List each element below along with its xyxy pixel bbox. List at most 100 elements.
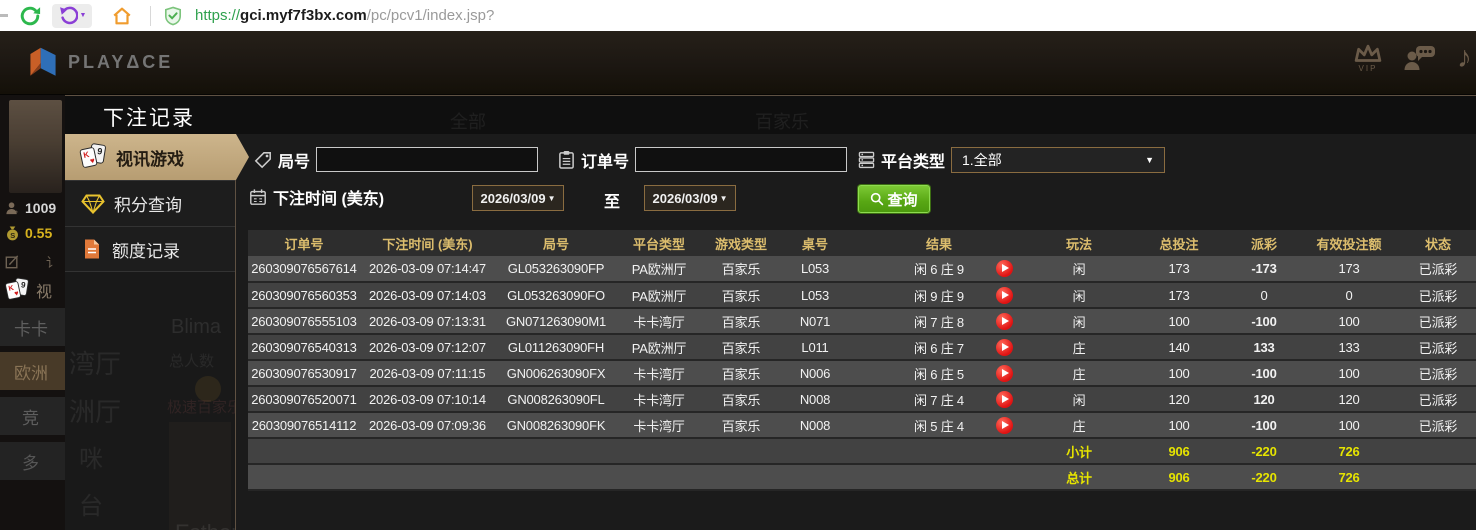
cell-bet: 100 bbox=[1129, 360, 1229, 387]
cell-status: 已派彩 bbox=[1399, 360, 1476, 387]
col-game: 游戏类型 bbox=[701, 230, 781, 256]
cell-status: 已派彩 bbox=[1399, 308, 1476, 335]
cell-payout: 133 bbox=[1229, 334, 1299, 361]
total-label: 总计 bbox=[1029, 464, 1129, 491]
replay-video-button[interactable] bbox=[996, 287, 1013, 304]
cell-payout: -100 bbox=[1229, 308, 1299, 335]
lobby-tab-jing[interactable]: 竞 bbox=[0, 397, 65, 435]
replay-video-button[interactable] bbox=[996, 260, 1013, 277]
user-avatar[interactable] bbox=[9, 100, 62, 193]
moneybag-icon: S bbox=[7, 226, 18, 241]
replay-video-button[interactable] bbox=[996, 391, 1013, 408]
replay-video-button[interactable] bbox=[996, 313, 1013, 330]
cell-status: 已派彩 bbox=[1399, 282, 1476, 309]
cell-play: 闲 bbox=[1029, 282, 1129, 309]
cell-play: 庄 bbox=[1029, 360, 1129, 387]
sidebar-item-label: 额度记录 bbox=[112, 241, 180, 261]
ghost-tai: 台 bbox=[79, 493, 103, 520]
cell-result: 闲 6 庄 5 bbox=[849, 360, 1029, 387]
replay-video-button[interactable] bbox=[996, 339, 1013, 356]
empty-cell bbox=[248, 464, 1029, 491]
date-from-value: 2026/03/09 bbox=[480, 190, 546, 206]
cell-status: 已派彩 bbox=[1399, 334, 1476, 361]
sidebar-item-quota-records[interactable]: 额度记录 bbox=[65, 226, 235, 272]
url-scheme: https:// bbox=[195, 7, 241, 24]
sidebar-item-video-games[interactable]: 9K 视讯游戏 bbox=[65, 134, 249, 180]
platform-list-icon bbox=[858, 151, 875, 169]
date-from-picker[interactable]: 2026/03/09 ▼ bbox=[472, 185, 564, 211]
lobby-tab-kaka[interactable]: 卡卡 bbox=[0, 308, 65, 346]
sidebar-item-label: 视讯游戏 bbox=[116, 149, 184, 169]
order-number-input[interactable] bbox=[635, 147, 848, 172]
cell-round: GL053263090FP bbox=[495, 256, 617, 283]
subtotal-row: 小计 906 -220 726 bbox=[248, 438, 1476, 465]
member-icon: * bbox=[6, 201, 18, 216]
cell-time: 2026-03-09 07:12:07 bbox=[360, 334, 495, 361]
page: ▼ https://gci.myf7f3bx.com/pc/pcv1/index… bbox=[0, 0, 1476, 530]
cell-platform: 卡卡湾厅 bbox=[617, 360, 701, 387]
cell-round: GN008263090FL bbox=[495, 386, 617, 413]
secure-shield-icon[interactable] bbox=[163, 5, 183, 27]
cell-game: 百家乐 bbox=[701, 256, 781, 283]
refresh-icon[interactable] bbox=[18, 4, 42, 28]
music-button[interactable]: ♪ bbox=[1457, 43, 1472, 73]
cell-bet: 140 bbox=[1129, 334, 1229, 361]
vip-button[interactable]: VIP bbox=[1353, 43, 1383, 73]
diamond-icon bbox=[81, 194, 105, 214]
svg-text:*: * bbox=[15, 210, 18, 216]
query-button[interactable]: 查询 bbox=[858, 185, 930, 213]
cell-result: 闲 6 庄 9 bbox=[849, 256, 1029, 283]
ghost-dealer-name: Blima bbox=[171, 316, 222, 338]
window-edge-icon bbox=[0, 14, 8, 17]
address-bar[interactable]: https://gci.myf7f3bx.com/pc/pcv1/index.j… bbox=[195, 7, 494, 24]
result-text: 闲 6 庄 5 bbox=[914, 366, 964, 382]
cell-bet: 100 bbox=[1129, 308, 1229, 335]
table-row: 260309076567614 2026-03-09 07:14:47 GL0532… bbox=[248, 256, 1476, 283]
cell-order: 260309076560353 bbox=[248, 282, 360, 309]
lobby-tab-duo[interactable]: 多 bbox=[0, 442, 65, 480]
cell-platform: 卡卡湾厅 bbox=[617, 412, 701, 439]
cell-order: 260309076555103 bbox=[248, 308, 360, 335]
cell-game: 百家乐 bbox=[701, 412, 781, 439]
table-row: 260309076520071 2026-03-09 07:10:14 GN0082… bbox=[248, 386, 1476, 413]
edit-icon[interactable] bbox=[5, 254, 19, 269]
col-status: 状态 bbox=[1399, 230, 1476, 256]
app-header: PLAYΔCE VIP ♪ bbox=[0, 31, 1476, 95]
customer-service-button[interactable] bbox=[1403, 43, 1437, 73]
total-payout: -220 bbox=[1229, 464, 1299, 491]
cell-order: 260309076567614 bbox=[248, 256, 360, 283]
home-icon[interactable] bbox=[110, 4, 134, 28]
result-text: 闲 7 庄 8 bbox=[914, 314, 964, 330]
empty-cell bbox=[1399, 438, 1476, 465]
undo-button[interactable]: ▼ bbox=[52, 3, 92, 28]
replay-video-button[interactable] bbox=[996, 417, 1013, 434]
cell-platform: 卡卡湾厅 bbox=[617, 386, 701, 413]
cell-payout: 0 bbox=[1229, 282, 1299, 309]
cell-round: GL011263090FH bbox=[495, 334, 617, 361]
bet-time-label: 下注时间 (美东) bbox=[273, 191, 385, 208]
cell-time: 2026-03-09 07:09:36 bbox=[360, 412, 495, 439]
partial-text: 讠 bbox=[46, 255, 60, 270]
empty-cell bbox=[1399, 464, 1476, 491]
lobby-tab-europe[interactable]: 欧洲 bbox=[0, 352, 65, 390]
replay-video-button[interactable] bbox=[996, 365, 1013, 382]
query-button-label: 查询 bbox=[887, 191, 918, 209]
ghost-dealer-photo bbox=[169, 422, 231, 530]
cell-game: 百家乐 bbox=[701, 308, 781, 335]
result-text: 闲 7 庄 4 bbox=[914, 392, 964, 408]
cell-play: 庄 bbox=[1029, 412, 1129, 439]
lobby-tab-label: 卡卡 bbox=[14, 319, 48, 339]
playace-logo[interactable]: PLAYΔCE bbox=[28, 46, 173, 78]
date-to-picker[interactable]: 2026/03/09 ▼ bbox=[644, 185, 736, 211]
sidebar-item-points-query[interactable]: 积分查询 bbox=[65, 180, 235, 226]
cell-game: 百家乐 bbox=[701, 386, 781, 413]
cell-order: 260309076530917 bbox=[248, 360, 360, 387]
cell-valid: 173 bbox=[1299, 256, 1399, 283]
chat-person-icon bbox=[1404, 46, 1435, 70]
lobby-tab-label: 欧洲 bbox=[14, 363, 48, 383]
undo-dropdown-caret[interactable]: ▼ bbox=[80, 12, 87, 19]
platform-type-select[interactable]: 1.全部 ▼ bbox=[951, 147, 1166, 173]
lobby-tab-label: 多 bbox=[22, 453, 39, 473]
round-number-input[interactable] bbox=[316, 147, 539, 172]
date-to-value: 2026/03/09 bbox=[652, 190, 718, 206]
